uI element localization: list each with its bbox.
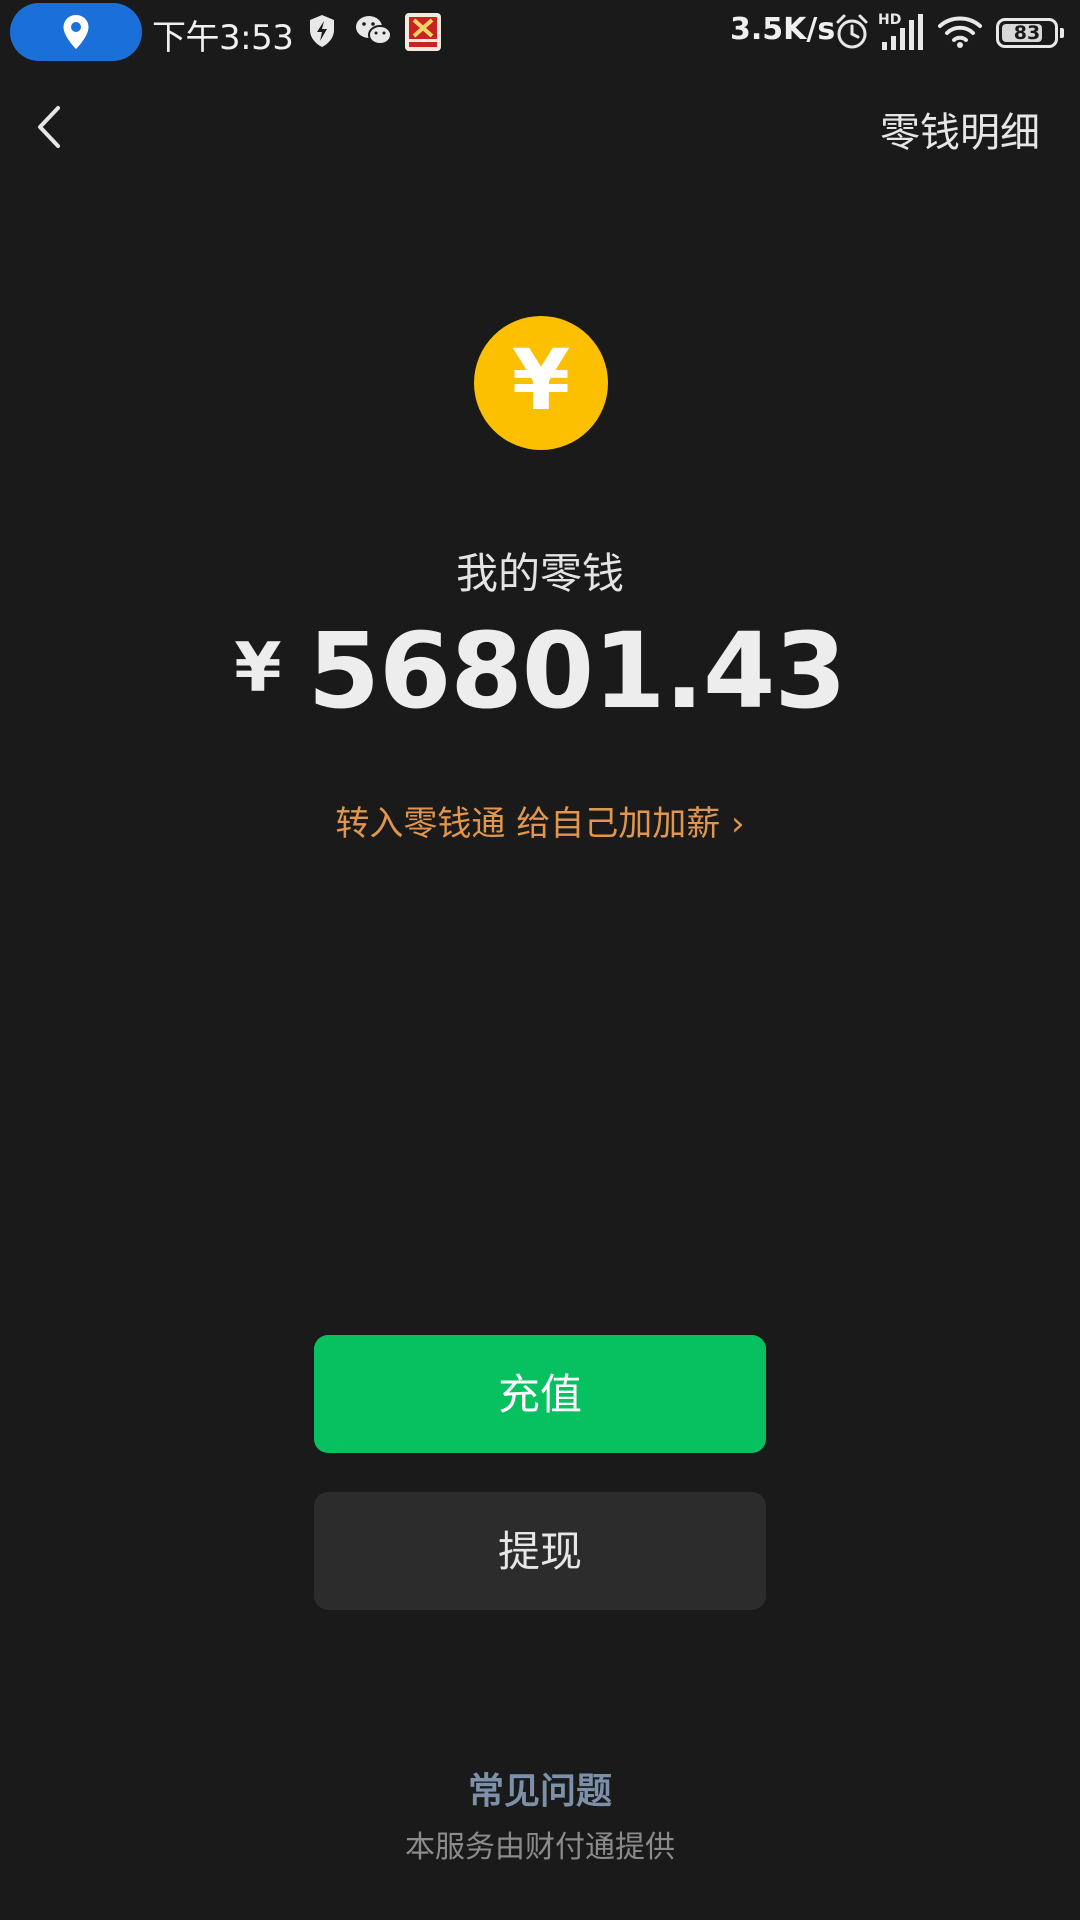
- status-bar: 下午3:53 3.5K/s HD 83: [0, 0, 1080, 66]
- chevron-left-icon: [38, 106, 60, 148]
- balance-label: 我的零钱: [455, 549, 624, 598]
- status-time: 下午3:53: [152, 18, 294, 58]
- battery-icon: 83: [996, 18, 1064, 48]
- shield-icon: [310, 15, 334, 47]
- change-details-link[interactable]: 零钱明细: [880, 100, 1040, 158]
- signal-icon: [882, 14, 923, 50]
- battery-percent: 83: [1013, 22, 1041, 44]
- balance-amount: ¥56801.43: [0, 610, 1080, 732]
- service-provider-note: 本服务由财付通提供: [405, 1830, 675, 1865]
- app-icon: [405, 13, 441, 51]
- wallet-page: 下午3:53 3.5K/s HD 83 零钱明细 ¥ 我的零钱 ¥ 56801.…: [0, 0, 1080, 1920]
- network-speed: 3.5K/s: [730, 12, 836, 47]
- balance-value: 56801.43: [307, 610, 847, 732]
- coin-icon: ¥: [474, 316, 608, 450]
- location-indicator[interactable]: [10, 3, 142, 61]
- faq-link[interactable]: 常见问题: [0, 1762, 1080, 1814]
- withdraw-button[interactable]: 提现: [314, 1492, 766, 1610]
- yuan-glyph: ¥: [511, 331, 571, 429]
- recharge-button[interactable]: 充值: [314, 1335, 766, 1453]
- currency-symbol: ¥: [234, 629, 282, 708]
- alarm-icon: [836, 14, 868, 49]
- wechat-icon: [356, 16, 392, 45]
- back-button[interactable]: [28, 100, 72, 154]
- signal-indicator: HD: [878, 12, 924, 54]
- lingqiantong-promo-link[interactable]: 转入零钱通 给自己加加薪 ›: [0, 796, 1080, 845]
- location-pin-icon: [63, 14, 89, 49]
- wifi-icon: [938, 16, 982, 48]
